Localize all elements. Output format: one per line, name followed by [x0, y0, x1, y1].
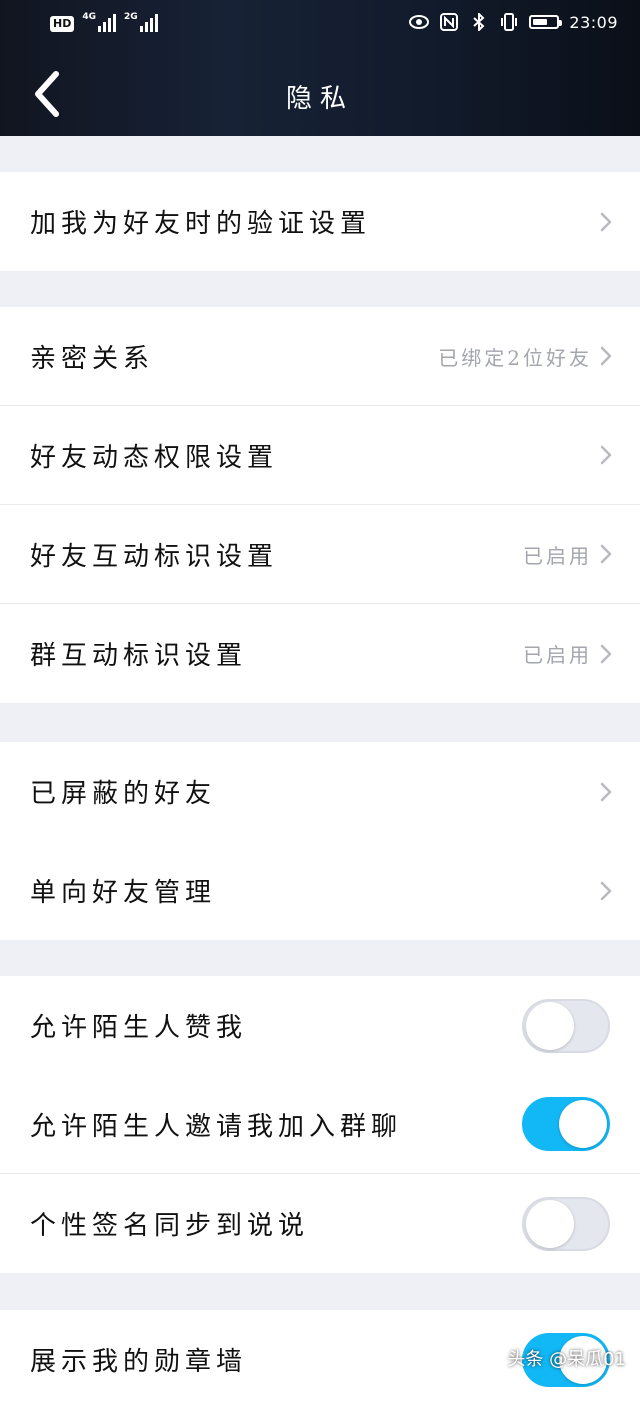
chevron-right-icon	[600, 881, 612, 900]
nfc-icon	[439, 12, 459, 32]
stranger-group-invite-toggle[interactable]	[522, 1097, 610, 1151]
chevron-right-icon	[600, 212, 612, 231]
toggle-knob	[526, 1199, 574, 1248]
top-bar: HD 4G 2G 23:09 隐私	[0, 0, 640, 136]
row-label: 展示我的勋章墙	[30, 1347, 248, 1377]
bluetooth-icon	[469, 12, 489, 32]
signal-bars-icon	[98, 14, 116, 32]
chevron-right-icon	[600, 544, 612, 564]
row-blocked-friends[interactable]: 已屏蔽的好友	[0, 742, 640, 841]
chevron-right-icon	[600, 445, 612, 465]
row-label: 加我为好友时的验证设置	[30, 209, 372, 239]
row-label: 单向好友管理	[30, 878, 217, 908]
stranger-likes-toggle[interactable]	[522, 998, 610, 1053]
toggle-knob	[526, 1001, 574, 1050]
row-label: 个性签名同步到说说	[30, 1211, 310, 1241]
clock: 23:09	[569, 12, 618, 32]
eye-icon	[409, 12, 430, 32]
row-allow-stranger-likes: 允许陌生人赞我	[0, 976, 640, 1075]
group-friend-settings: 亲密关系 已绑定2位好友 好友动态权限设置 好友互动标识设置 已启用 群互动标识…	[0, 307, 640, 703]
group-verification: 加我为好友时的验证设置	[0, 172, 640, 271]
row-one-way-friends[interactable]: 单向好友管理	[0, 841, 640, 940]
row-label: 允许陌生人邀请我加入群聊	[30, 1111, 403, 1142]
watermark: 头条 @呆瓜01	[507, 1349, 626, 1370]
row-sync-signature: 个性签名同步到说说	[0, 1174, 640, 1273]
signal-bars-icon	[139, 14, 158, 32]
status-bar: HD 4G 2G 23:09	[0, 0, 640, 48]
chevron-right-icon	[600, 346, 612, 366]
row-intimate-relationship[interactable]: 亲密关系 已绑定2位好友	[0, 307, 640, 406]
sync-signature-toggle[interactable]	[522, 1196, 610, 1251]
signal-1: 4G	[82, 12, 116, 32]
page-title: 隐私	[285, 84, 354, 114]
row-value: 已绑定2位好友	[438, 345, 592, 370]
row-value: 已启用	[523, 543, 592, 568]
group-blocked: 已屏蔽的好友 单向好友管理	[0, 742, 640, 940]
row-value: 已启用	[523, 643, 592, 667]
hd-badge: HD	[50, 16, 75, 32]
chevron-right-icon	[600, 782, 612, 801]
row-label: 亲密关系	[30, 343, 155, 374]
battery-icon	[529, 15, 563, 29]
toggle-knob	[559, 1100, 607, 1148]
row-friend-verification[interactable]: 加我为好友时的验证设置	[0, 172, 640, 271]
row-group-interaction-badges[interactable]: 群互动标识设置 已启用	[0, 604, 640, 703]
row-friend-feed-permissions[interactable]: 好友动态权限设置	[0, 406, 640, 505]
row-allow-stranger-group-invite: 允许陌生人邀请我加入群聊	[0, 1075, 640, 1174]
signal-2: 2G	[124, 12, 158, 32]
row-friend-interaction-badges[interactable]: 好友互动标识设置 已启用	[0, 505, 640, 604]
chevron-right-icon	[600, 644, 612, 663]
group-stranger-settings: 允许陌生人赞我 允许陌生人邀请我加入群聊 个性签名同步到说说	[0, 976, 640, 1273]
row-label: 群互动标识设置	[30, 641, 248, 671]
row-label: 允许陌生人赞我	[30, 1013, 248, 1043]
row-label: 已屏蔽的好友	[30, 779, 217, 809]
row-label: 好友互动标识设置	[30, 541, 279, 572]
row-label: 好友动态权限设置	[30, 442, 279, 473]
vibrate-icon	[499, 12, 519, 32]
